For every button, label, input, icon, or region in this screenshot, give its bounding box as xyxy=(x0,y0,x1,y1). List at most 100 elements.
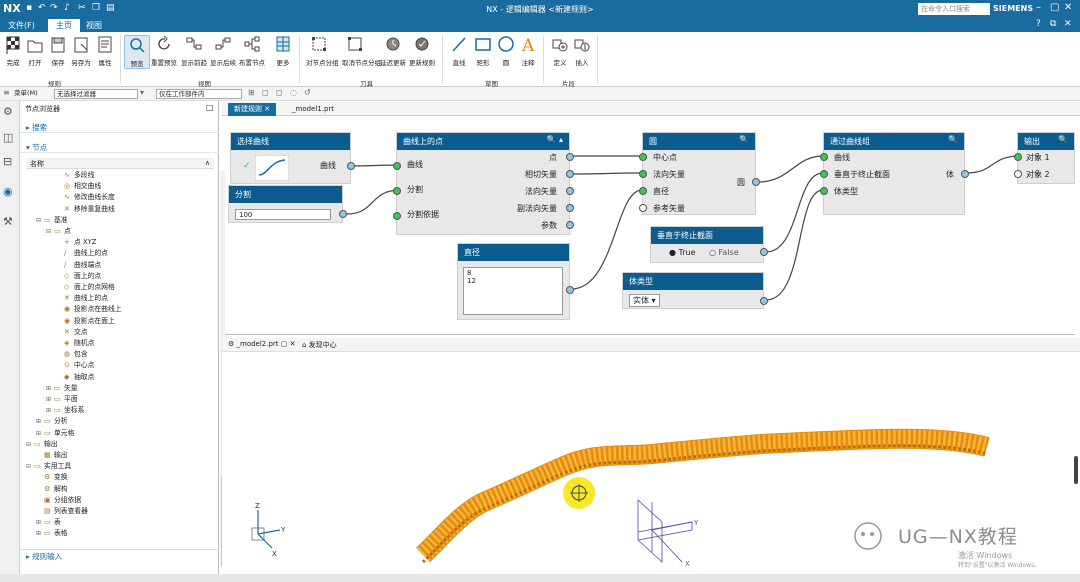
node-diameter[interactable]: 直径 8 12 xyxy=(457,243,574,320)
snap-icon[interactable]: ⊞ xyxy=(248,88,255,97)
node-circle[interactable]: 圆 🔍 中心点 法向矢量 直径 参考矢量 圆 xyxy=(639,132,760,215)
tab-discovery[interactable]: ⌂ 发现中心 xyxy=(302,340,337,350)
tree-item[interactable]: ◎ 相交曲线 xyxy=(56,181,101,192)
tab-model1[interactable]: _model1.prt xyxy=(286,103,340,116)
port-object2-in[interactable] xyxy=(1014,170,1022,178)
graphics-window[interactable]: Y X Z Y X UG—NX教程 激活 Windows 转到"设置"以激活 W… xyxy=(222,352,1080,574)
deselect-icon[interactable]: ◻ xyxy=(276,88,283,97)
group-nodes-button[interactable]: 对节点分组 xyxy=(306,35,339,67)
port-curve-in[interactable] xyxy=(393,162,401,170)
port-parameter-out[interactable] xyxy=(566,221,574,229)
search-section[interactable]: ▸ 搜索 xyxy=(20,121,219,133)
collapse-icon[interactable]: ⊟ xyxy=(36,215,44,226)
port-divide-by-in[interactable] xyxy=(393,212,401,220)
port-circle-normal-in[interactable] xyxy=(639,170,647,178)
tree-item[interactable]: ⊞ ▭ 表格 xyxy=(36,528,68,539)
tree-item[interactable]: ⊞ ▭ 平面 xyxy=(46,394,78,405)
properties-button[interactable]: 属性 xyxy=(92,35,118,67)
node-through-curves[interactable]: 通过曲线组 🔍 曲线 垂直于终止截面 体类型 体 xyxy=(820,132,969,215)
port-object1-in[interactable] xyxy=(1014,153,1022,161)
tree-item[interactable]: ◆ 抽取点 xyxy=(56,372,94,383)
insert-button[interactable]: 插入 xyxy=(569,35,595,67)
more-button[interactable]: 更多 xyxy=(270,35,296,67)
node-perpendicular[interactable]: 垂直于终止截面 ● True ○ False xyxy=(650,226,768,263)
port-normal-out[interactable] xyxy=(566,187,574,195)
menu-dropdown[interactable]: 菜单(M) xyxy=(12,89,50,99)
tree-item[interactable]: ∿ 多段线 xyxy=(56,170,94,181)
node-graph-canvas[interactable]: 选择曲线 ✓ 曲线 分割 100 曲线上的点 🔍 ▴ 曲线 分割 分割依据 点 相… xyxy=(225,117,1075,335)
preview-button[interactable]: 预览 xyxy=(124,35,150,69)
port-perpendicular-out[interactable] xyxy=(760,248,768,256)
expand-icon[interactable]: ⊞ xyxy=(36,428,44,439)
tab-view[interactable]: 视图 xyxy=(86,20,102,31)
nodes-section[interactable]: ▾ 节点 xyxy=(20,141,219,153)
update-rule-button[interactable]: 更新规则 xyxy=(409,35,435,67)
zoom-icon[interactable]: 🔍 xyxy=(739,135,749,144)
port-body-type-out[interactable] xyxy=(760,297,768,305)
node-select-curve[interactable]: 选择曲线 ✓ 曲线 xyxy=(230,132,355,184)
tree-item[interactable]: ⊙ 中心点 xyxy=(56,360,94,371)
expand-icon[interactable]: ⊞ xyxy=(36,528,44,539)
tree-item[interactable]: ◈ 随机点 xyxy=(56,338,94,349)
tree-item[interactable]: ▦ 输出 xyxy=(36,450,68,461)
collapse-icon[interactable]: ⊟ xyxy=(26,439,34,450)
tree-item[interactable]: ▤ 列表查看器 xyxy=(36,506,88,517)
node-point-on-curve[interactable]: 曲线上的点 🔍 ▴ 曲线 分割 分割依据 点 相切矢量 法向矢量 副法向矢量 参数 xyxy=(393,132,574,235)
tab-new-rule[interactable]: 新建规则 ✕ xyxy=(228,103,277,116)
port-curves-in[interactable] xyxy=(820,153,828,161)
port-binormal-out[interactable] xyxy=(566,204,574,212)
port-body-out[interactable] xyxy=(961,170,969,178)
expand-icon[interactable]: ⊞ xyxy=(46,383,54,394)
close-part-icon[interactable]: ✕ xyxy=(1064,19,1072,29)
port-circle-out[interactable] xyxy=(752,178,760,186)
selection-filter-dropdown[interactable]: 无选择过滤器 xyxy=(54,89,138,99)
node-output[interactable]: 输出 🔍 对象 1 对象 2 xyxy=(1014,132,1075,184)
tree-item[interactable]: + 点 XYZ xyxy=(56,237,96,248)
line-button[interactable]: 直线 xyxy=(446,35,472,67)
port-curve-out[interactable] xyxy=(347,162,355,170)
window-restore-icon[interactable]: ⧉ xyxy=(1050,19,1056,29)
settings-gear-icon[interactable]: ⚙ xyxy=(3,105,13,118)
collapse-icon[interactable]: ⊟ xyxy=(26,461,34,472)
menu-icon[interactable]: ≡ xyxy=(3,88,10,97)
scope-dropdown[interactable]: 仅在工作部件内 xyxy=(156,89,242,99)
collapse-icon[interactable]: ⊟ xyxy=(46,226,54,237)
tree-item[interactable]: ◉ 投影点在面上 xyxy=(56,316,115,327)
expand-icon[interactable]: ⊞ xyxy=(36,416,44,427)
port-diameter-in[interactable] xyxy=(639,187,647,195)
expand-icon[interactable]: ⊞ xyxy=(46,394,54,405)
tree-item[interactable]: ⊞ ▭ 表 xyxy=(36,517,61,528)
show-successors-button[interactable]: 显示后续 xyxy=(210,35,236,67)
undo-select-icon[interactable]: ↺ xyxy=(304,88,311,97)
tree-item[interactable]: ∿ 修改曲线长度 xyxy=(56,192,115,203)
expand-icon[interactable]: ⊞ xyxy=(36,517,44,528)
body-type-select[interactable]: 实体 ▾ xyxy=(629,294,660,307)
close-icon[interactable]: ✕ xyxy=(1064,2,1072,13)
diameter-list-input[interactable]: 8 12 xyxy=(463,267,563,315)
tab-home[interactable]: 主页 xyxy=(48,19,80,32)
tree-item[interactable]: ◇ 面上的点网格 xyxy=(56,282,115,293)
tree-item[interactable]: ⊞ ▭ 矢量 xyxy=(46,383,78,394)
tree-item[interactable]: ◉ 投影点在曲线上 xyxy=(56,304,122,315)
rule-input-section[interactable]: ▸ 规则输入 xyxy=(20,549,219,561)
false-radio[interactable]: ○ False xyxy=(709,248,739,257)
tree-item[interactable]: ⊟ ▭ 输出 xyxy=(26,439,58,450)
zoom-collapse-icon[interactable]: 🔍 ▴ xyxy=(546,135,563,144)
port-tangent-out[interactable] xyxy=(566,170,574,178)
tree-item[interactable]: ⊟ ▭ 基准 xyxy=(36,215,68,226)
delay-update-button[interactable]: 延迟更新 xyxy=(380,35,406,67)
tree-item[interactable]: ✕ 移除重复曲线 xyxy=(56,204,115,215)
divide-value-input[interactable]: 100 xyxy=(235,209,331,220)
filter-icon[interactable]: ▾ xyxy=(140,88,144,97)
tree-item[interactable]: ⚙ 变换 xyxy=(36,472,68,483)
reuse-library-icon[interactable]: ⚒ xyxy=(3,215,13,228)
port-divide-in[interactable] xyxy=(393,187,401,195)
node-body-type[interactable]: 体类型 实体 ▾ xyxy=(622,272,768,309)
tree-item[interactable]: ◇ 面上的点 xyxy=(56,271,101,282)
port-ref-vector-in[interactable] xyxy=(639,204,647,212)
node-browser-icon[interactable]: ◉ xyxy=(3,185,13,198)
tree-item[interactable]: ✕ 交点 xyxy=(56,327,88,338)
tree-item[interactable]: ⊞ ▭ 坐标系 xyxy=(46,405,84,416)
show-predecessors-button[interactable]: 显示前趋 xyxy=(181,35,207,67)
arrange-nodes-button[interactable]: 布置节点 xyxy=(239,35,265,67)
